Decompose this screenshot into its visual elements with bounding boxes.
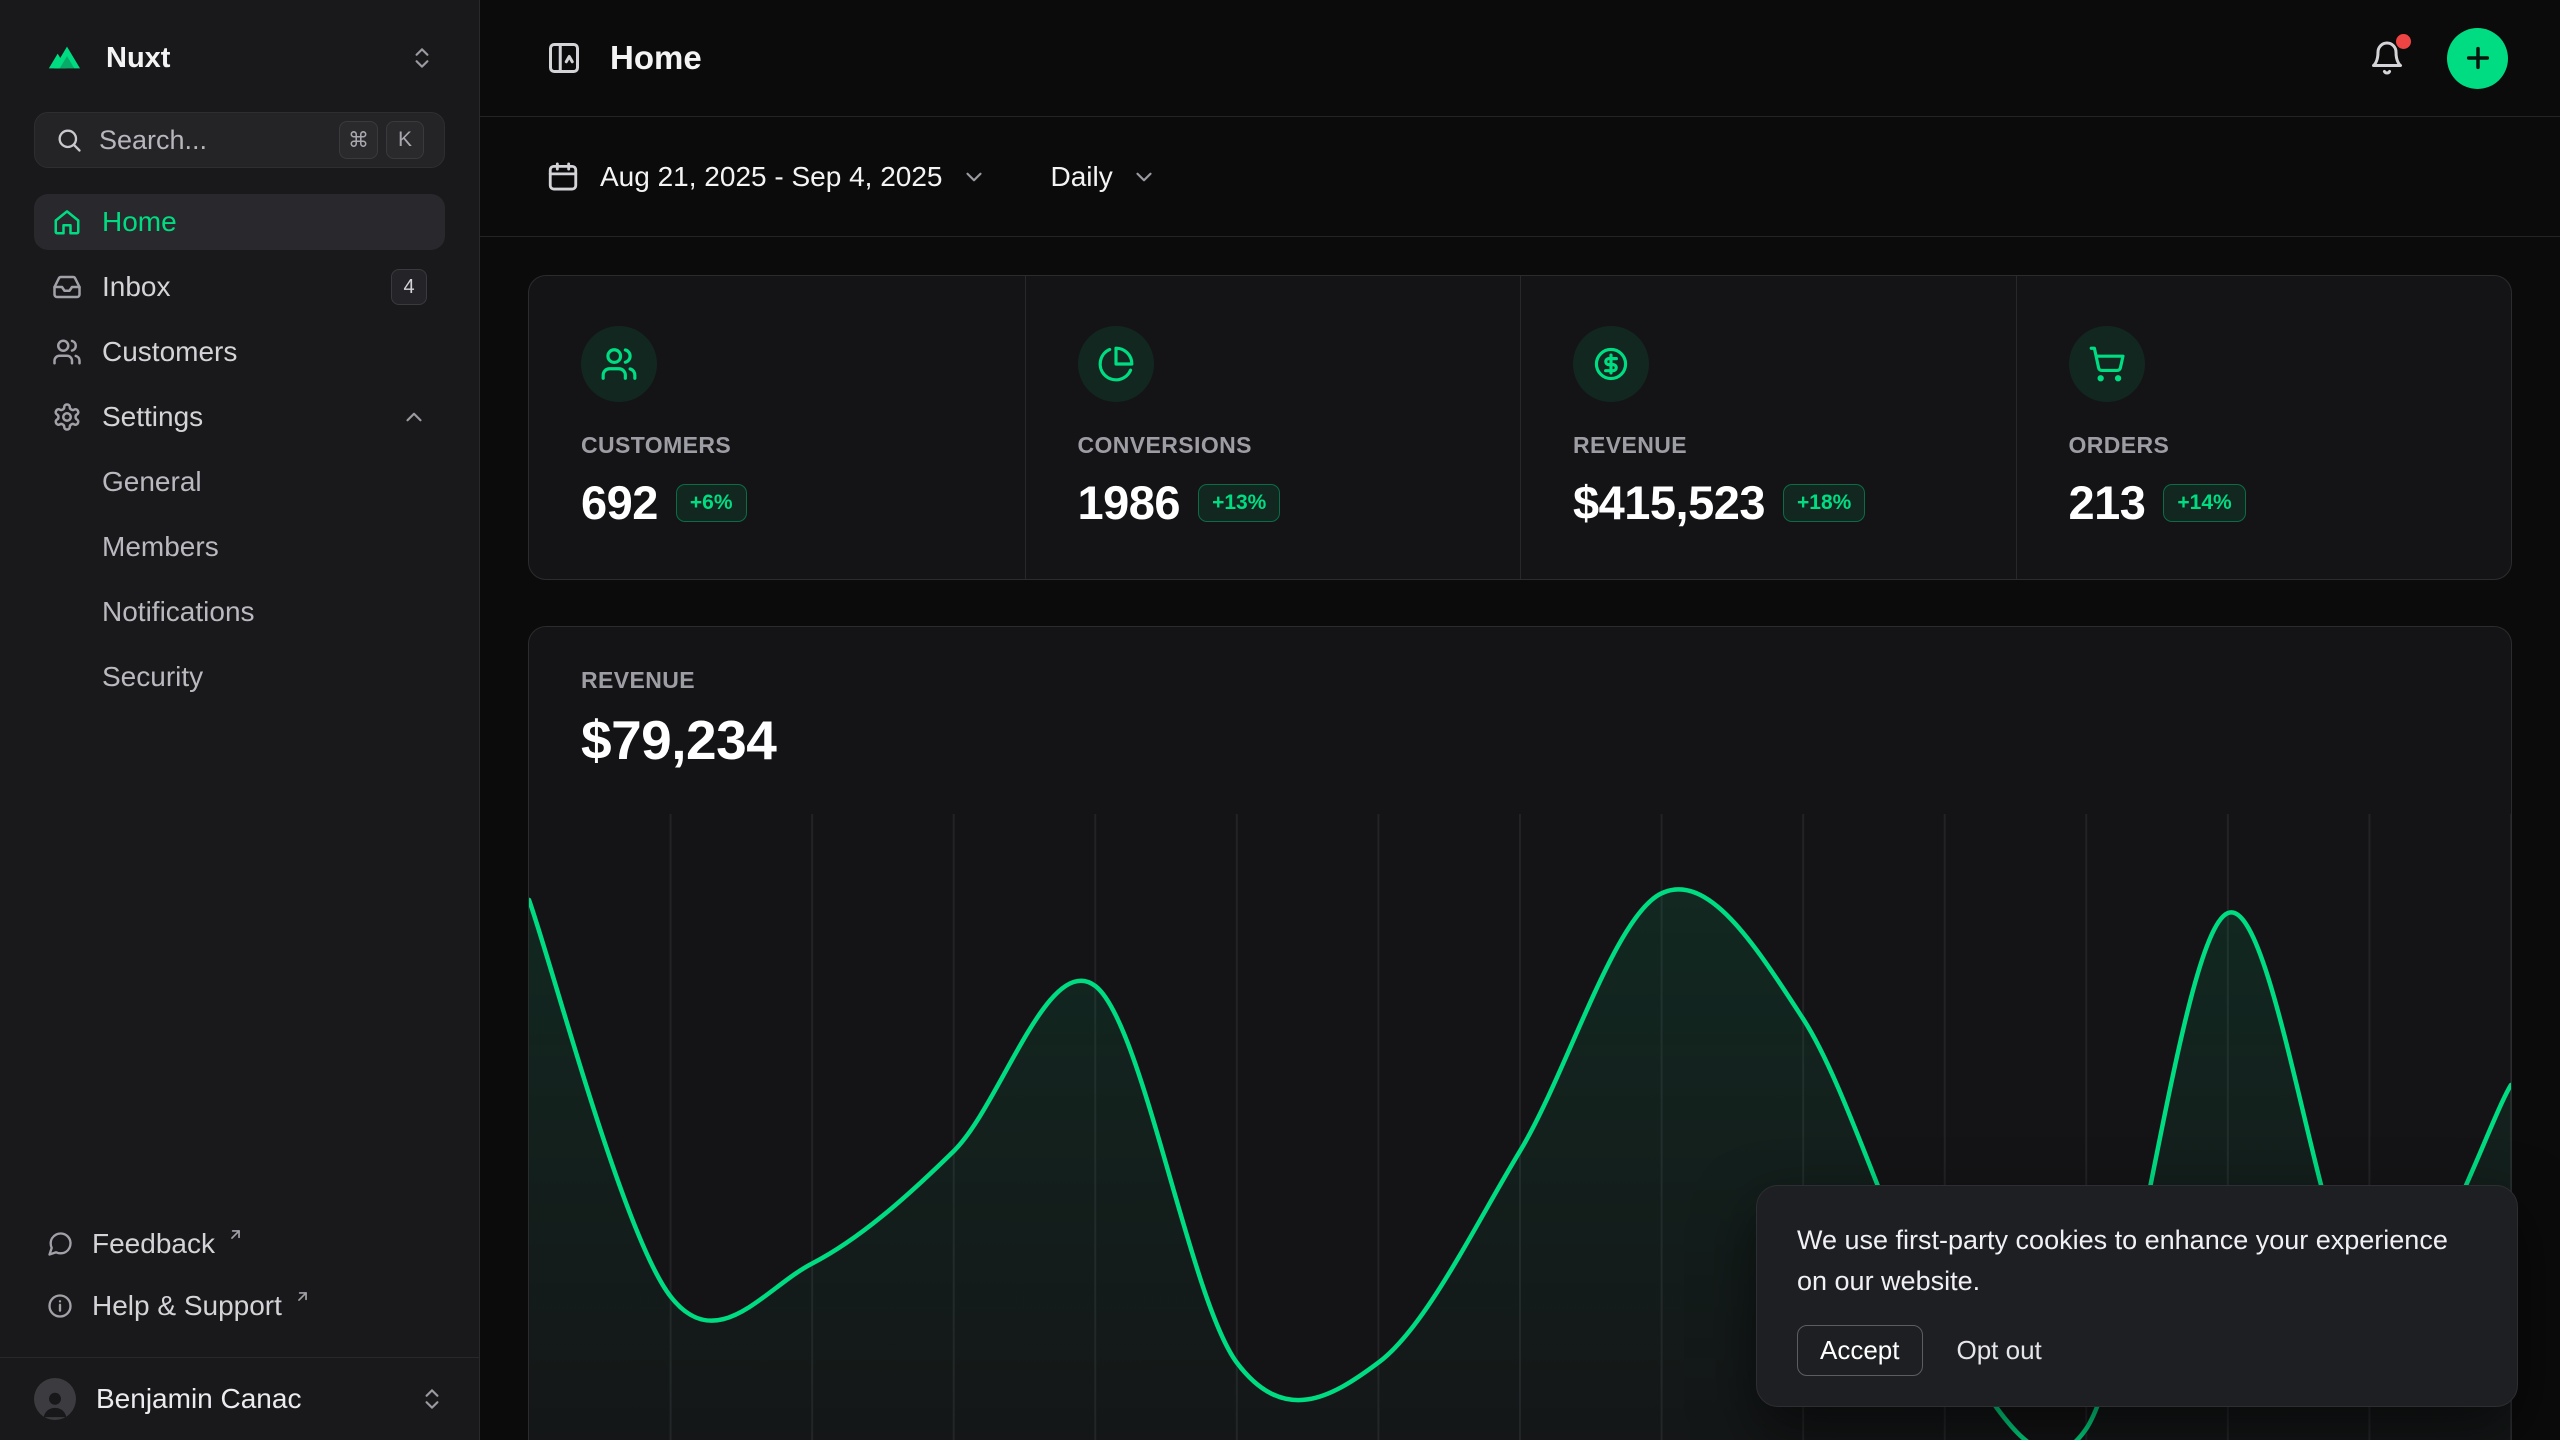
period-label: Daily: [1051, 161, 1113, 193]
chevron-up-icon: [401, 404, 427, 430]
user-menu[interactable]: Benjamin Canac: [0, 1357, 479, 1440]
footer-link-label: Feedback: [92, 1228, 215, 1260]
stat-label: ORDERS: [2069, 432, 2460, 459]
settings-sub-list: General Members Notifications Security: [34, 454, 445, 705]
nav-label: Home: [102, 206, 427, 238]
sidebar-spacer: [0, 705, 479, 1215]
chevron-down-icon: [1131, 164, 1157, 190]
search-shortcut: ⌘ K: [339, 121, 424, 159]
workspace-name: Nuxt: [106, 42, 391, 75]
external-link-icon: [227, 1226, 244, 1243]
date-range-picker[interactable]: Aug 21, 2025 - Sep 4, 2025: [546, 160, 987, 194]
sidebar-item-customers[interactable]: Customers: [34, 324, 445, 380]
chevron-up-down-icon: [419, 1386, 445, 1412]
filters-toolbar: Aug 21, 2025 - Sep 4, 2025 Daily: [480, 117, 2560, 237]
sidebar-item-home[interactable]: Home: [34, 194, 445, 250]
cart-icon: [2069, 326, 2145, 402]
search-input[interactable]: [99, 125, 323, 156]
sidebar-top: Nuxt ⌘ K: [0, 0, 479, 168]
stat-revenue: REVENUE $415,523 +18%: [1520, 276, 2016, 580]
notification-dot: [2396, 34, 2411, 49]
stats-card: CUSTOMERS 692 +6% CONVERSIONS 1986 +13%: [528, 275, 2512, 580]
stat-label: CUSTOMERS: [581, 432, 973, 459]
stat-value: $415,523: [1573, 475, 1765, 530]
stat-value: 692: [581, 475, 658, 530]
sidebar-toggle-icon[interactable]: [546, 40, 582, 76]
opt-out-button[interactable]: Opt out: [1957, 1335, 2042, 1366]
page-header: Home: [480, 0, 2560, 117]
stat-delta-badge: +14%: [2163, 484, 2245, 522]
cookie-actions: Accept Opt out: [1797, 1325, 2477, 1376]
header-actions: [2361, 28, 2508, 89]
app-root: Nuxt ⌘ K Home: [0, 0, 2560, 1440]
chevron-down-icon: [961, 164, 987, 190]
nav-label: Inbox: [102, 271, 371, 303]
revenue-chart-label: REVENUE: [581, 667, 2459, 694]
avatar: [34, 1378, 76, 1420]
accept-cookies-button[interactable]: Accept: [1797, 1325, 1923, 1376]
nav-label: Customers: [102, 336, 427, 368]
notifications-button[interactable]: [2361, 32, 2413, 84]
cmd-key: ⌘: [339, 121, 378, 159]
nuxt-logo-icon: [44, 36, 88, 80]
stat-customers: CUSTOMERS 692 +6%: [529, 276, 1025, 580]
feedback-link[interactable]: Feedback: [34, 1215, 445, 1273]
dollar-circle-icon: [1573, 326, 1649, 402]
users-icon: [52, 337, 82, 367]
sidebar-item-settings[interactable]: Settings: [34, 389, 445, 445]
footer-link-label: Help & Support: [92, 1290, 282, 1322]
sidebar-item-security[interactable]: Security: [34, 649, 445, 705]
k-key: K: [386, 121, 424, 159]
sidebar-item-general[interactable]: General: [34, 454, 445, 510]
stat-orders: ORDERS 213 +14%: [2016, 276, 2512, 580]
search-field[interactable]: ⌘ K: [34, 112, 445, 168]
revenue-chart-header: REVENUE $79,234: [529, 627, 2511, 772]
workspace-switcher[interactable]: Nuxt: [34, 30, 445, 86]
gear-icon: [52, 402, 82, 432]
page-title: Home: [610, 39, 702, 77]
stat-delta-badge: +13%: [1198, 484, 1280, 522]
nav-label: Settings: [102, 401, 381, 433]
info-circle-icon: [46, 1292, 74, 1320]
inbox-icon: [52, 272, 82, 302]
sidebar: Nuxt ⌘ K Home: [0, 0, 480, 1440]
calendar-icon: [546, 160, 580, 194]
sidebar-nav: Home Inbox 4 Customers Settings: [0, 168, 479, 705]
chevron-up-down-icon: [409, 45, 435, 71]
sidebar-item-inbox[interactable]: Inbox 4: [34, 259, 445, 315]
stat-label: REVENUE: [1573, 432, 1964, 459]
stat-delta-badge: +18%: [1783, 484, 1865, 522]
sidebar-footer: Feedback Help & Support: [0, 1215, 479, 1357]
stat-value: 1986: [1078, 475, 1181, 530]
sidebar-item-notifications[interactable]: Notifications: [34, 584, 445, 640]
search-icon: [55, 126, 83, 154]
stat-label: CONVERSIONS: [1078, 432, 1469, 459]
help-support-link[interactable]: Help & Support: [34, 1277, 445, 1335]
date-range-label: Aug 21, 2025 - Sep 4, 2025: [600, 161, 943, 193]
cookie-banner: We use first-party cookies to enhance yo…: [1756, 1185, 2518, 1407]
user-name: Benjamin Canac: [96, 1383, 399, 1415]
pie-chart-icon: [1078, 326, 1154, 402]
period-select[interactable]: Daily: [1051, 161, 1157, 193]
stat-delta-badge: +6%: [676, 484, 747, 522]
cookie-message: We use first-party cookies to enhance yo…: [1797, 1220, 2477, 1301]
users-icon: [581, 326, 657, 402]
stat-value: 213: [2069, 475, 2146, 530]
add-button[interactable]: [2447, 28, 2508, 89]
plus-icon: [2462, 42, 2494, 74]
inbox-count-badge: 4: [391, 269, 427, 305]
home-icon: [52, 207, 82, 237]
stat-conversions: CONVERSIONS 1986 +13%: [1025, 276, 1521, 580]
external-link-icon: [294, 1288, 311, 1305]
revenue-chart-value: $79,234: [581, 708, 2459, 772]
sidebar-item-members[interactable]: Members: [34, 519, 445, 575]
chat-bubble-icon: [46, 1230, 74, 1258]
